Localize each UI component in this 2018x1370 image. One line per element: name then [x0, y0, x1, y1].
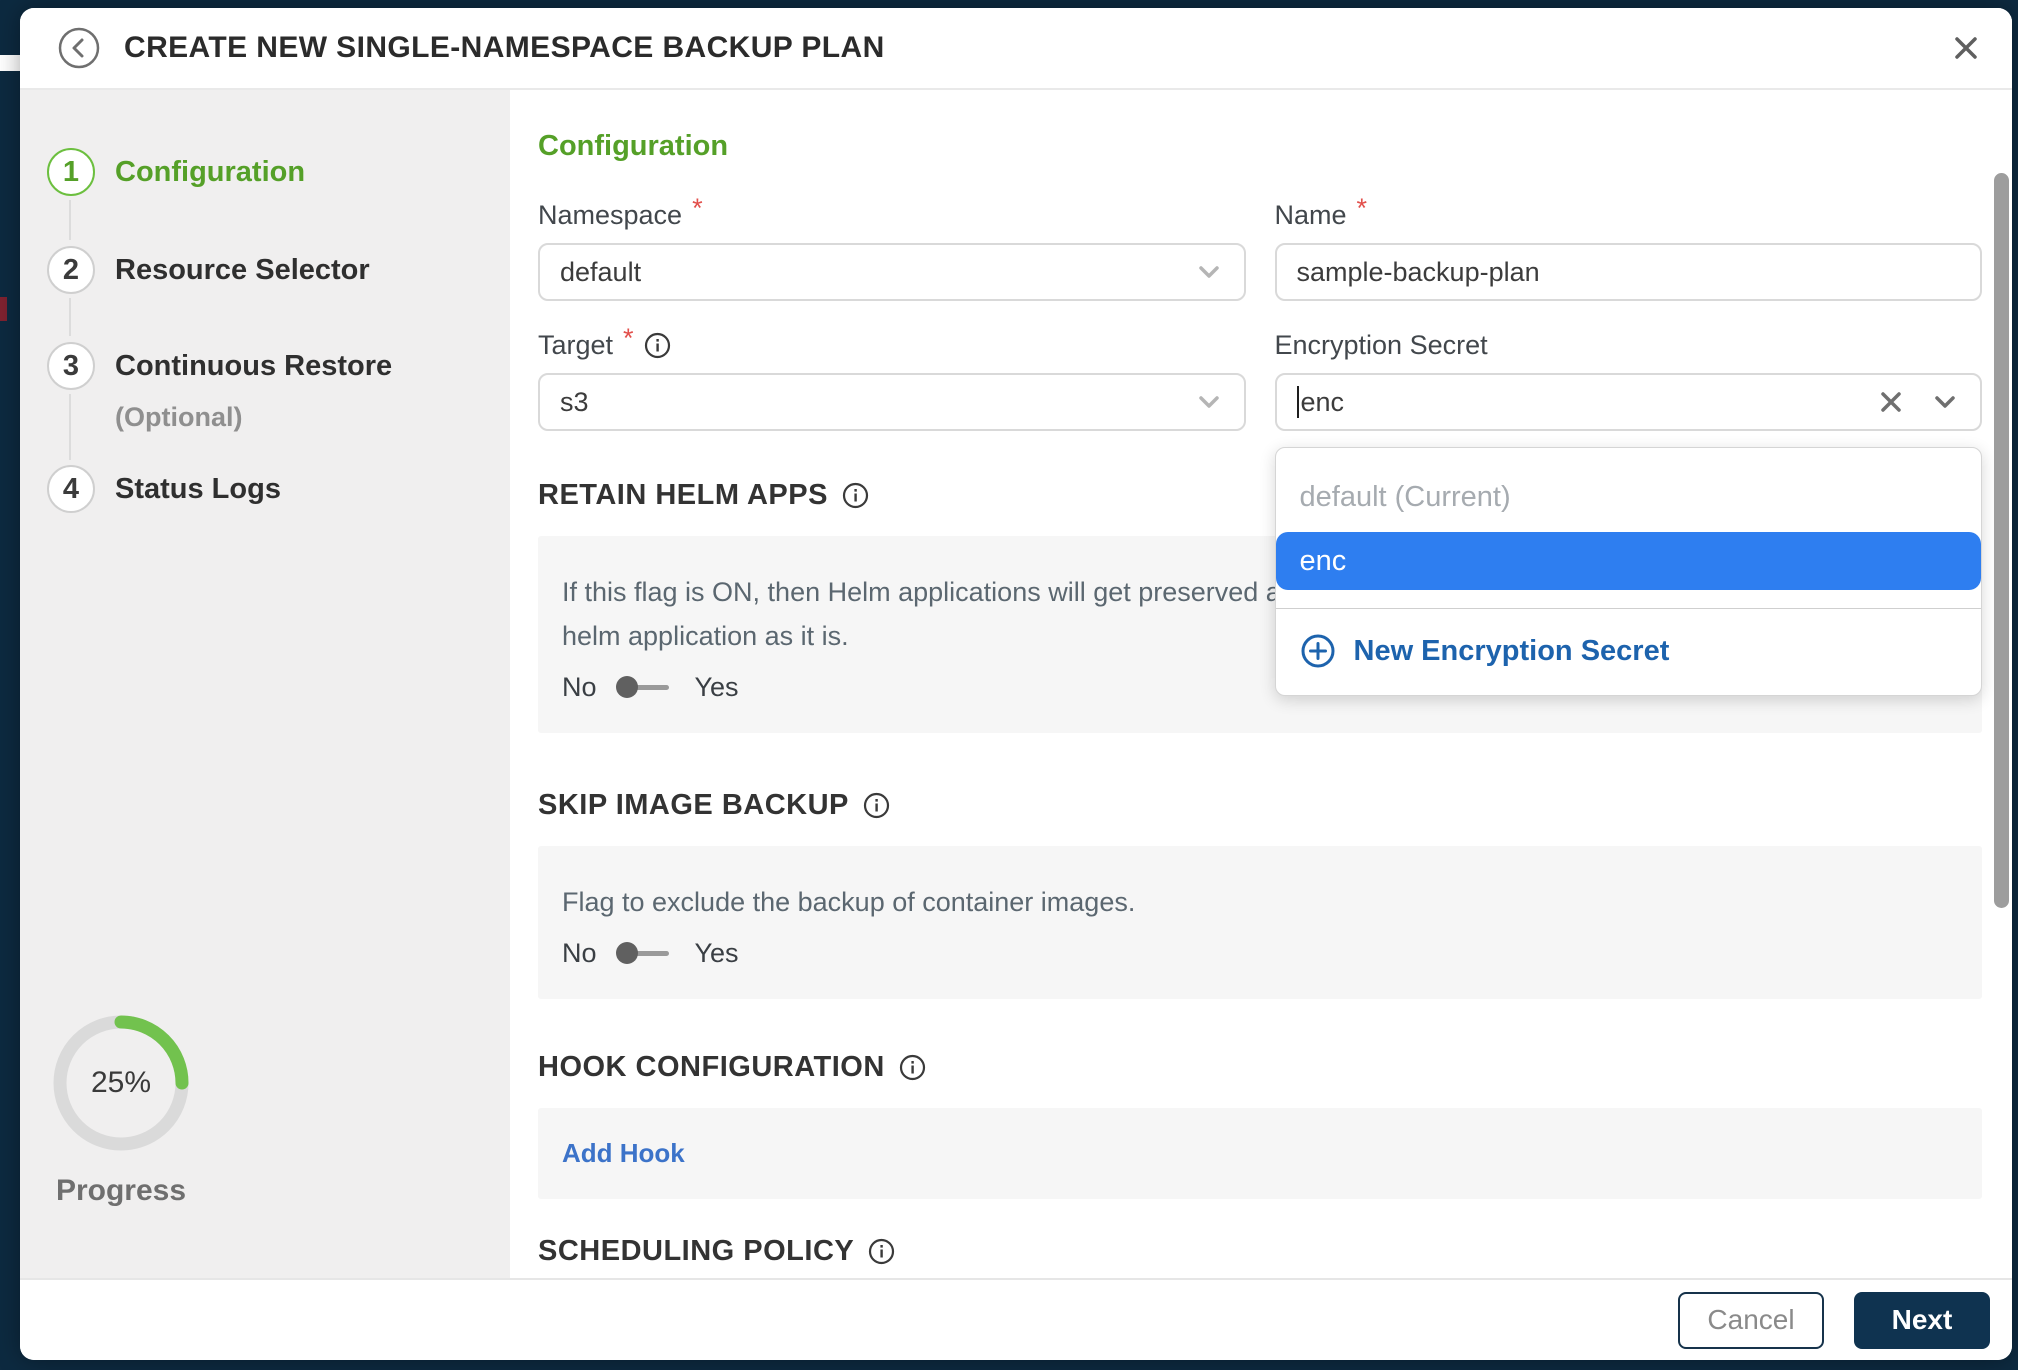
namespace-label: Namespace	[538, 200, 682, 231]
dropdown-option-enc[interactable]: enc	[1276, 532, 1982, 590]
step-number: 3	[47, 342, 95, 390]
step-label: Resource Selector	[115, 254, 370, 287]
skip-image-description: Flag to exclude the backup of container …	[562, 880, 1958, 924]
chevron-down-icon	[1194, 257, 1224, 287]
target-field: Target* s3	[538, 327, 1246, 431]
progress-indicator: 25% Progress	[46, 1008, 196, 1208]
chevron-down-icon[interactable]	[1930, 387, 1960, 417]
step-connector	[69, 298, 71, 336]
step-status-logs[interactable]: 4 Status Logs	[47, 465, 281, 513]
step-label: Configuration	[115, 156, 305, 189]
required-asterisk: *	[692, 193, 703, 224]
skip-image-toggle[interactable]: No Yes	[562, 938, 1958, 969]
progress-percent: 25%	[46, 1008, 196, 1158]
required-asterisk: *	[1357, 193, 1368, 224]
info-icon[interactable]	[863, 792, 890, 819]
encryption-secret-dropdown: default (Current) enc New Encryption Sec…	[1275, 447, 1983, 696]
toggle-track[interactable]	[619, 951, 669, 956]
toggle-knob[interactable]	[616, 676, 638, 698]
close-button[interactable]	[1950, 32, 1982, 64]
encryption-secret-value: enc	[1301, 387, 1345, 418]
target-value: s3	[560, 387, 589, 418]
info-icon[interactable]	[842, 482, 869, 509]
new-encryption-secret-label: New Encryption Secret	[1354, 635, 1670, 668]
step-number: 2	[47, 246, 95, 294]
step-label: Continuous Restore	[115, 350, 392, 383]
section-title-text: HOOK CONFIGURATION	[538, 1051, 885, 1084]
step-number: 1	[47, 148, 95, 196]
chevron-down-icon	[1194, 387, 1224, 417]
name-field: Name* sample-backup-plan	[1275, 197, 1983, 301]
namespace-select[interactable]: default	[538, 243, 1246, 301]
cancel-button[interactable]: Cancel	[1678, 1292, 1824, 1349]
next-button[interactable]: Next	[1854, 1292, 1990, 1349]
info-icon[interactable]	[868, 1238, 895, 1265]
step-label: Status Logs	[115, 473, 281, 506]
toggle-off-label: No	[562, 672, 597, 703]
encryption-secret-input[interactable]: enc	[1275, 373, 1983, 431]
add-hook-link[interactable]: Add Hook	[562, 1138, 685, 1168]
hook-configuration-panel: Add Hook	[538, 1108, 1982, 1199]
toggle-on-label: Yes	[695, 938, 739, 969]
namespace-field: Namespace* default	[538, 197, 1246, 301]
toggle-on-label: Yes	[695, 672, 739, 703]
encryption-secret-field: Encryption Secret enc	[1275, 327, 1983, 431]
background-app-notch	[0, 55, 20, 71]
dropdown-option-default[interactable]: default (Current)	[1276, 468, 1982, 526]
scrollbar-thumb[interactable]	[1994, 173, 2009, 908]
encryption-secret-label: Encryption Secret	[1275, 330, 1488, 361]
toggle-off-label: No	[562, 938, 597, 969]
scheduling-policy-title: SCHEDULING POLICY	[538, 1235, 1982, 1268]
back-button[interactable]	[58, 27, 100, 69]
new-encryption-secret-button[interactable]: New Encryption Secret	[1276, 609, 1982, 669]
configuration-form: Configuration Namespace* default	[510, 90, 2012, 1278]
info-icon[interactable]	[899, 1054, 926, 1081]
create-backup-plan-modal: CREATE NEW SINGLE-NAMESPACE BACKUP PLAN …	[20, 8, 2012, 1360]
name-input[interactable]: sample-backup-plan	[1275, 243, 1983, 301]
plus-circle-icon	[1300, 633, 1336, 669]
step-resource-selector[interactable]: 2 Resource Selector	[47, 246, 370, 294]
hook-configuration-title: HOOK CONFIGURATION	[538, 1051, 1982, 1084]
toggle-knob[interactable]	[616, 942, 638, 964]
namespace-value: default	[560, 257, 641, 288]
close-icon	[1950, 32, 1982, 64]
modal-header: CREATE NEW SINGLE-NAMESPACE BACKUP PLAN	[20, 8, 2012, 90]
skip-image-backup-title: SKIP IMAGE BACKUP	[538, 789, 1982, 822]
target-label: Target	[538, 330, 613, 361]
arrow-left-circle-icon	[58, 27, 100, 69]
section-title-text: RETAIN HELM APPS	[538, 479, 828, 512]
background-app-notch-red	[0, 297, 7, 321]
info-icon[interactable]	[644, 332, 671, 359]
name-label: Name	[1275, 200, 1347, 231]
section-title-text: SKIP IMAGE BACKUP	[538, 789, 849, 822]
progress-caption: Progress	[46, 1174, 196, 1208]
step-number: 4	[47, 465, 95, 513]
modal-title: CREATE NEW SINGLE-NAMESPACE BACKUP PLAN	[124, 31, 885, 65]
wizard-stepper: 1 Configuration 2 Resource Selector 3 Co…	[20, 90, 510, 1278]
skip-image-backup-panel: Flag to exclude the backup of container …	[538, 846, 1982, 999]
toggle-track[interactable]	[619, 685, 669, 690]
clear-icon[interactable]	[1878, 389, 1904, 415]
step-connector	[69, 394, 71, 460]
step-optional-tag: (Optional)	[115, 402, 242, 433]
step-configuration[interactable]: 1 Configuration	[47, 148, 305, 196]
name-value: sample-backup-plan	[1297, 257, 1540, 288]
step-continuous-restore[interactable]: 3 Continuous Restore	[47, 342, 392, 390]
section-title-text: SCHEDULING POLICY	[538, 1235, 854, 1268]
text-caret	[1297, 386, 1299, 418]
target-select[interactable]: s3	[538, 373, 1246, 431]
step-connector	[69, 200, 71, 240]
modal-footer: Cancel Next	[20, 1278, 2012, 1360]
page-title: Configuration	[538, 130, 1982, 163]
required-asterisk: *	[623, 323, 634, 354]
